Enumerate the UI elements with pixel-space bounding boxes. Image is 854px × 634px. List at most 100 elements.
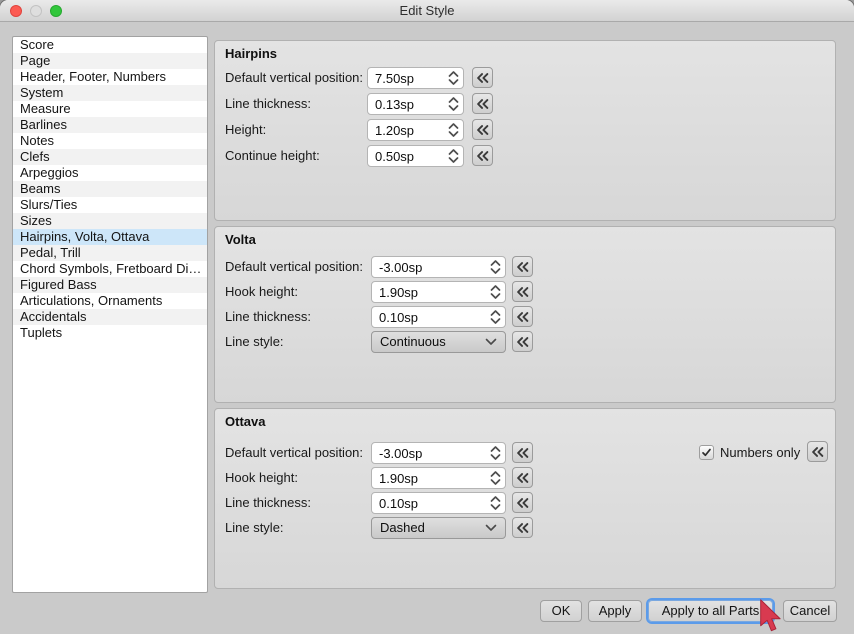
sidebar-item-notes[interactable]: Notes: [13, 133, 207, 149]
reset-button[interactable]: [472, 67, 493, 88]
sidebar-item-slurs-ties[interactable]: Slurs/Ties: [13, 197, 207, 213]
sidebar-item-hairpins-volta-ottava[interactable]: Hairpins, Volta, Ottava: [13, 229, 207, 245]
default-vertical-position-spinbox[interactable]: [367, 67, 464, 89]
spinbox-steppers[interactable]: [489, 493, 502, 513]
chevron-down-icon[interactable]: [490, 268, 501, 274]
sidebar-item-sizes[interactable]: Sizes: [13, 213, 207, 229]
chevron-down-icon[interactable]: [490, 318, 501, 324]
spinbox-steppers[interactable]: [489, 468, 502, 488]
sidebar-item-barlines[interactable]: Barlines: [13, 117, 207, 133]
chevron-down-icon[interactable]: [448, 157, 459, 163]
chevron-down-icon[interactable]: [490, 293, 501, 299]
reset-button[interactable]: [472, 93, 493, 114]
sidebar-item-clefs[interactable]: Clefs: [13, 149, 207, 165]
sidebar-item-system[interactable]: System: [13, 85, 207, 101]
spinbox-steppers[interactable]: [489, 282, 502, 302]
spinbox-input[interactable]: [368, 146, 443, 166]
sidebar-item-arpeggios[interactable]: Arpeggios: [13, 165, 207, 181]
cancel-button[interactable]: Cancel: [783, 600, 837, 622]
chevron-down-icon[interactable]: [448, 131, 459, 137]
sidebar-item-score[interactable]: Score: [13, 37, 207, 53]
field-label: Default vertical position:: [225, 67, 363, 89]
default-vertical-position-spinbox[interactable]: [371, 256, 506, 278]
reset-icon: [810, 446, 825, 458]
ok-button[interactable]: OK: [540, 600, 582, 622]
line-thickness-spinbox[interactable]: [371, 492, 506, 514]
ottava-hook-height-row: Hook height:: [215, 467, 835, 489]
chevron-up-icon[interactable]: [448, 97, 459, 103]
reset-button[interactable]: [512, 306, 533, 327]
sidebar-item-beams[interactable]: Beams: [13, 181, 207, 197]
spinbox-input[interactable]: [372, 282, 485, 302]
reset-button[interactable]: [512, 331, 533, 352]
sidebar-item-accidentals[interactable]: Accidentals: [13, 309, 207, 325]
reset-button[interactable]: [512, 281, 533, 302]
reset-button[interactable]: [512, 256, 533, 277]
spinbox-input[interactable]: [372, 307, 485, 327]
spinbox-input[interactable]: [368, 120, 443, 140]
chevron-down-icon[interactable]: [448, 79, 459, 85]
line-style-select[interactable]: Dashed: [371, 517, 506, 539]
sidebar-item-articulations[interactable]: Articulations, Ornaments: [13, 293, 207, 309]
spinbox-input[interactable]: [372, 493, 485, 513]
line-thickness-spinbox[interactable]: [371, 306, 506, 328]
hairpins-section-title: Hairpins: [225, 46, 277, 61]
sidebar-item-page[interactable]: Page: [13, 53, 207, 69]
spinbox-input[interactable]: [372, 468, 485, 488]
field-label: Line thickness:: [225, 492, 311, 514]
ottava-section-title: Ottava: [225, 414, 265, 429]
field-label: Default vertical position:: [225, 256, 363, 278]
hairpins-height-row: Height:: [215, 119, 835, 141]
line-thickness-spinbox[interactable]: [367, 93, 464, 115]
spinbox-input[interactable]: [372, 257, 485, 277]
close-icon[interactable]: [10, 5, 22, 17]
numbers-only-checkbox[interactable]: [699, 445, 714, 460]
height-spinbox[interactable]: [367, 119, 464, 141]
chevron-up-icon[interactable]: [490, 471, 501, 477]
reset-button[interactable]: [512, 492, 533, 513]
spinbox-input[interactable]: [368, 94, 443, 114]
hook-height-spinbox[interactable]: [371, 467, 506, 489]
edit-style-dialog: Edit Style Score Page Header, Footer, Nu…: [0, 0, 854, 634]
chevron-down-icon[interactable]: [490, 504, 501, 510]
sidebar-item-tuplets[interactable]: Tuplets: [13, 325, 207, 341]
sidebar-item-pedal-trill[interactable]: Pedal, Trill: [13, 245, 207, 261]
sidebar-item-chord-symbols[interactable]: Chord Symbols, Fretboard Di…: [13, 261, 207, 277]
reset-icon: [475, 124, 490, 136]
apply-to-all-parts-button[interactable]: Apply to all Parts: [648, 600, 773, 622]
reset-button[interactable]: [512, 517, 533, 538]
chevron-up-icon[interactable]: [490, 260, 501, 266]
hook-height-spinbox[interactable]: [371, 281, 506, 303]
spinbox-input[interactable]: [368, 68, 443, 88]
apply-button[interactable]: Apply: [588, 600, 642, 622]
spinbox-steppers[interactable]: [489, 257, 502, 277]
chevron-up-icon[interactable]: [490, 496, 501, 502]
chevron-down-icon[interactable]: [490, 479, 501, 485]
chevron-up-icon[interactable]: [490, 310, 501, 316]
style-category-list: Score Page Header, Footer, Numbers Syste…: [12, 36, 208, 593]
sidebar-item-header-footer[interactable]: Header, Footer, Numbers: [13, 69, 207, 85]
chevron-down-icon[interactable]: [448, 105, 459, 111]
chevron-up-icon[interactable]: [448, 149, 459, 155]
volta-default-vertical-position-row: Default vertical position:: [215, 256, 835, 278]
reset-button[interactable]: [512, 467, 533, 488]
reset-button[interactable]: [472, 119, 493, 140]
reset-button[interactable]: [472, 145, 493, 166]
chevron-up-icon[interactable]: [490, 285, 501, 291]
titlebar: Edit Style: [0, 0, 854, 22]
continue-height-spinbox[interactable]: [367, 145, 464, 167]
chevron-up-icon[interactable]: [448, 123, 459, 129]
spinbox-steppers[interactable]: [447, 146, 460, 166]
spinbox-steppers[interactable]: [489, 307, 502, 327]
zoom-icon[interactable]: [50, 5, 62, 17]
reset-button[interactable]: [807, 441, 828, 462]
spinbox-steppers[interactable]: [447, 120, 460, 140]
sidebar-item-measure[interactable]: Measure: [13, 101, 207, 117]
spinbox-steppers[interactable]: [447, 94, 460, 114]
chevron-down-icon: [485, 524, 497, 532]
chevron-up-icon[interactable]: [448, 71, 459, 77]
spinbox-steppers[interactable]: [447, 68, 460, 88]
sidebar-item-figured-bass[interactable]: Figured Bass: [13, 277, 207, 293]
line-style-select[interactable]: Continuous: [371, 331, 506, 353]
window-title: Edit Style: [0, 0, 854, 22]
